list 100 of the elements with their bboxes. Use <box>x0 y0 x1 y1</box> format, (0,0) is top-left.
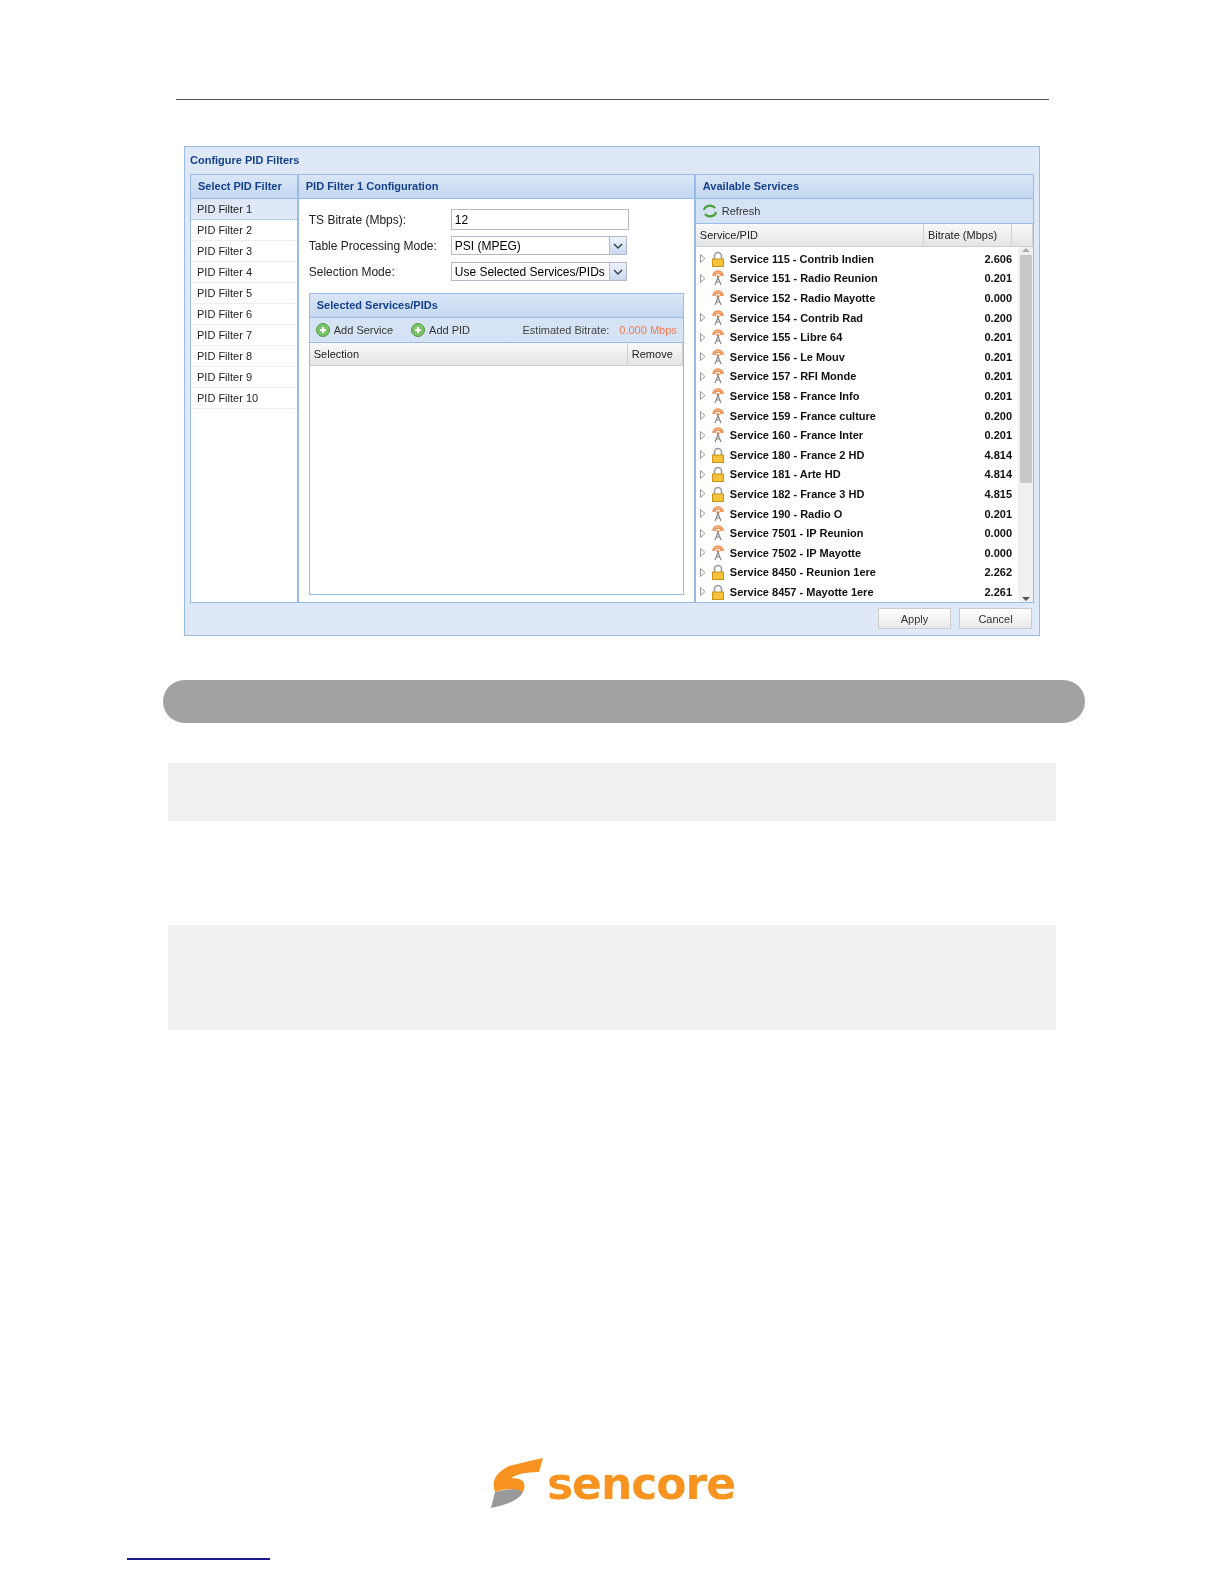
add-icon <box>411 323 426 337</box>
service-name: Service 181 - Arte HD <box>729 468 841 481</box>
lock-icon <box>709 466 726 483</box>
service-name: Service 151 - Radio Reunion <box>729 272 878 285</box>
column-header[interactable]: Selection <box>309 343 628 365</box>
antenna-icon <box>709 309 726 326</box>
bitrate: 0.201 <box>984 389 1013 402</box>
service-row[interactable]: Service 158 - France Info 0.201 <box>695 386 1018 406</box>
dialog-button[interactable]: Apply <box>878 608 951 630</box>
service-name: Service 180 - France 2 HD <box>729 448 865 461</box>
add-button[interactable]: Add Service <box>315 323 402 337</box>
antenna-icon <box>709 407 726 424</box>
service-row[interactable]: Service 115 - Contrib Indien 2.606 <box>695 249 1018 269</box>
filter-list-item[interactable]: PID Filter 1 <box>191 199 297 220</box>
service-row[interactable]: Service 152 - Radio Mayotte 0.000 <box>695 288 1018 308</box>
company-logo: sencore <box>488 1456 736 1510</box>
column-header[interactable]: Remove <box>627 343 683 365</box>
bitrate: 4.814 <box>984 448 1013 461</box>
service-row[interactable]: Service 154 - Contrib Rad 0.200 <box>695 307 1018 328</box>
service-name: Service 7501 - IP Reunion <box>729 527 864 540</box>
dialog-button[interactable]: Cancel <box>959 608 1032 630</box>
service-row[interactable]: Service 8457 - Mayotte 1ere 2.261 <box>695 582 1018 602</box>
service-row[interactable]: Service 155 - Libre 64 0.201 <box>695 327 1018 347</box>
antenna-icon <box>709 525 726 542</box>
service-name: Service 160 - France Inter <box>729 429 864 442</box>
input-field[interactable]: 12 <box>450 209 629 230</box>
dropdown[interactable]: Use Selected Services/PIDs <box>450 262 627 281</box>
antenna-icon <box>709 348 726 365</box>
service-row[interactable]: Service 190 - Radio O 0.201 <box>695 503 1018 524</box>
window-title: Configure PID Filters <box>190 153 301 168</box>
service-name: Service 7502 - IP Mayotte <box>729 546 862 559</box>
service-name: Service 190 - Radio O <box>729 507 843 520</box>
refresh-button[interactable]: Refresh <box>701 204 769 218</box>
panel-header: Selected Services/PIDs <box>309 294 683 318</box>
bitrate: 0.201 <box>984 350 1013 363</box>
service-name: Service 157 - RFI Monde <box>729 370 857 383</box>
service-row[interactable]: Service 159 - France culture 0.200 <box>695 405 1018 426</box>
estimate-value: 0.000 Mbps <box>619 324 677 336</box>
bitrate: 4.814 <box>984 468 1013 481</box>
service-name: Service 158 - France Info <box>729 389 860 402</box>
lock-icon <box>709 564 726 581</box>
service-name: Service 182 - France 3 HD <box>729 487 865 500</box>
add-icon <box>315 323 330 337</box>
service-row[interactable]: Service 151 - Radio Reunion 0.201 <box>695 268 1018 289</box>
caret-icon <box>608 263 626 280</box>
service-name: Service 152 - Radio Mayotte <box>729 292 876 304</box>
service-row[interactable]: Service 182 - France 3 HD 4.815 <box>695 484 1018 504</box>
field-label: TS Bitrate (Mbps): <box>308 212 408 227</box>
refresh-icon <box>701 204 718 218</box>
service-row[interactable]: Service 7501 - IP Reunion 0.000 <box>695 523 1018 543</box>
antenna-icon <box>709 544 726 561</box>
bitrate: 0.201 <box>984 331 1013 344</box>
lock-icon <box>709 583 726 600</box>
bitrate: 0.201 <box>984 370 1013 383</box>
service-row[interactable]: Service 8450 - Reunion 1ere 2.262 <box>695 562 1018 583</box>
scrollbar[interactable] <box>1018 247 1033 602</box>
service-name: Service 154 - Contrib Rad <box>729 311 864 324</box>
antenna-icon <box>709 505 726 522</box>
antenna-icon <box>709 270 726 287</box>
antenna-icon <box>709 387 726 404</box>
service-row[interactable]: Service 180 - France 2 HD 4.814 <box>695 444 1018 465</box>
field-label: Selection Mode: <box>308 264 396 279</box>
bitrate: 0.200 <box>984 311 1013 324</box>
service-row[interactable]: Service 156 - Le Mouv 0.201 <box>695 346 1018 367</box>
bitrate: 0.200 <box>984 409 1013 422</box>
bitrate: 0.201 <box>984 429 1013 442</box>
service-row[interactable]: Service 160 - France Inter 0.201 <box>695 425 1018 445</box>
service-row[interactable]: Service 7502 - IP Mayotte 0.000 <box>695 542 1018 563</box>
dropdown[interactable]: PSI (MPEG) <box>450 236 627 255</box>
service-name: Service 8457 - Mayotte 1ere <box>729 585 874 598</box>
service-name: Service 115 - Contrib Indien <box>729 252 875 265</box>
service-name: Service 156 - Le Mouv <box>729 350 845 363</box>
column-header[interactable]: Bitrate (Mbps) <box>924 224 1012 246</box>
service-row[interactable]: Service 181 - Arte HD 4.814 <box>695 464 1018 485</box>
panel-header: Select PID Filter <box>191 175 297 199</box>
scroll-down-icon[interactable] <box>1021 595 1030 602</box>
bitrate: 2.261 <box>984 585 1013 598</box>
service-name: Service 155 - Libre 64 <box>729 331 843 344</box>
antenna-icon <box>709 427 726 444</box>
service-row[interactable]: Service 157 - RFI Monde 0.201 <box>695 366 1018 387</box>
panel-header: PID Filter 1 Configuration <box>298 175 694 199</box>
antenna-icon <box>709 329 726 346</box>
bitrate: 2.262 <box>984 566 1013 579</box>
antenna-icon <box>709 368 726 385</box>
service-name: Service 8450 - Reunion 1ere <box>729 566 876 579</box>
column-header[interactable]: Service/PID <box>695 224 924 246</box>
antenna-icon <box>709 290 726 306</box>
service-name: Service 159 - France culture <box>729 409 876 422</box>
field-label: Table Processing Mode: <box>308 238 438 253</box>
add-button[interactable]: Add PID <box>411 323 479 337</box>
lock-icon <box>709 485 726 502</box>
bitrate: 4.815 <box>984 487 1013 500</box>
bitrate: 0.201 <box>984 272 1013 285</box>
panel-header: Available Services <box>695 175 1033 199</box>
caret-icon <box>608 237 626 254</box>
lock-icon <box>709 250 726 267</box>
bitrate: 0.201 <box>984 507 1013 520</box>
swoosh-icon <box>488 1456 545 1510</box>
lock-icon <box>709 446 726 463</box>
estimate-label: Estimated Bitrate: <box>522 324 610 336</box>
